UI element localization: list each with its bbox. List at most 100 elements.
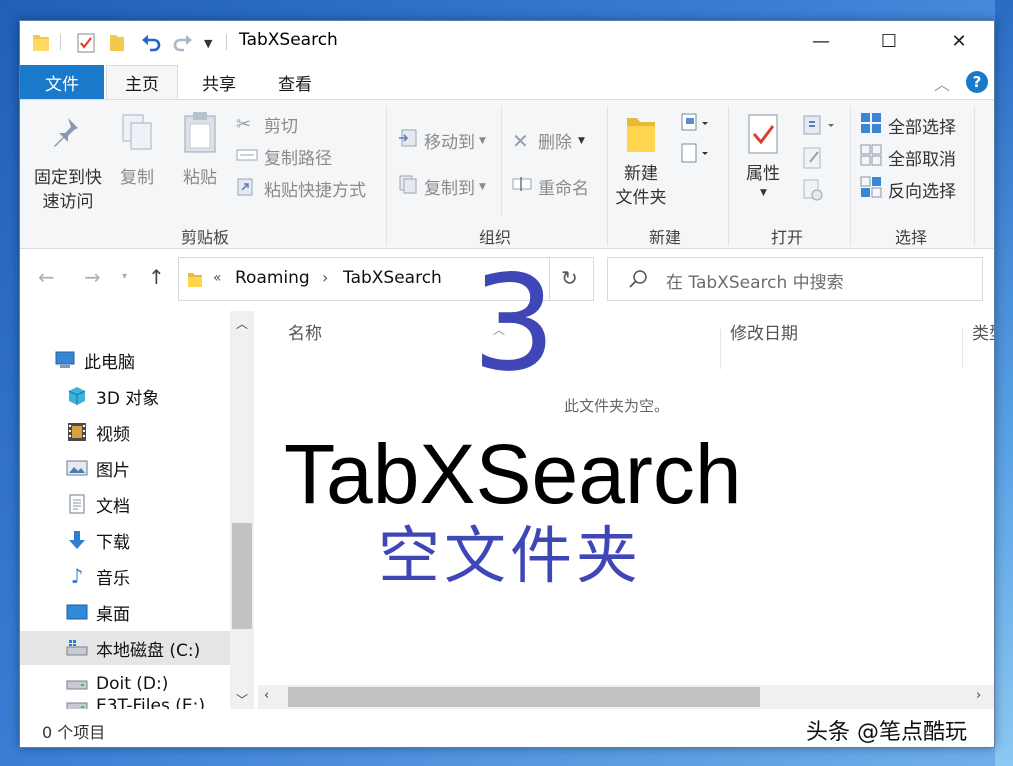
nav-label: 桌面 [96, 604, 130, 625]
pin-quick-access-button[interactable]: 固定到快 速访问 [28, 166, 108, 214]
nav-scrollbar[interactable]: ︿ ﹀ [230, 311, 254, 709]
scroll-up-icon[interactable]: ︿ [236, 315, 248, 332]
tab-view[interactable]: 查看 [258, 65, 332, 99]
copy-path-button[interactable]: 复制路径 [236, 144, 332, 169]
edit-icon[interactable] [802, 146, 824, 174]
qat-customize-icon[interactable]: ▼ [204, 37, 212, 59]
search-box[interactable]: 在 TabXSearch 中搜索 [607, 257, 983, 301]
ribbon-tabs: 文件 主页 共享 查看 ︿ ? [20, 65, 994, 99]
copy-path-label: 复制路径 [264, 149, 332, 169]
qat-separator [226, 34, 227, 50]
new-folder-icon[interactable] [108, 31, 126, 53]
pin-icon [50, 114, 84, 154]
scroll-down-icon[interactable]: ﹀ [236, 691, 248, 708]
recent-locations-chevron-icon[interactable]: ▾ [122, 271, 127, 282]
download-icon [66, 529, 88, 551]
nav-label: 音乐 [96, 568, 130, 589]
nav-label: 文档 [96, 496, 130, 517]
refresh-icon[interactable]: ↻ [561, 266, 578, 290]
nav-label: 3D 对象 [96, 388, 160, 409]
title-bar[interactable]: ▼ TabXSearch — ☐ ✕ [20, 21, 994, 61]
move-to-label: 移动到 [424, 133, 475, 153]
history-icon[interactable] [802, 178, 824, 206]
overlay-subheading: 空文件夹 [378, 519, 643, 592]
invert-selection-icon [860, 176, 884, 203]
properties-dropdown-icon: ▼ [760, 188, 767, 198]
column-header-date[interactable]: 修改日期 [730, 311, 798, 351]
easy-access-icon[interactable] [680, 142, 710, 168]
scroll-thumb[interactable] [288, 687, 760, 707]
select-all-button[interactable]: 全部选择 [860, 112, 956, 139]
close-button[interactable]: ✕ [936, 21, 982, 61]
nav-item-local-disk-c[interactable]: 本地磁盘 (C:) [20, 631, 230, 665]
scroll-thumb[interactable] [232, 523, 252, 629]
undo-icon[interactable] [140, 31, 162, 53]
maximize-button[interactable]: ☐ [866, 21, 912, 61]
tab-file[interactable]: 文件 [20, 65, 104, 99]
scroll-right-icon[interactable]: › [976, 688, 981, 703]
forward-arrow-icon[interactable]: → [84, 265, 101, 289]
horizontal-scrollbar[interactable]: ‹ › [258, 685, 994, 709]
item-count: 0 个项目 [42, 723, 106, 742]
paste-button[interactable]: 粘贴 [175, 166, 225, 190]
move-to-button[interactable]: 移动到 ▼ [398, 128, 486, 153]
ribbon-separator [974, 106, 975, 246]
qat-separator [60, 34, 61, 50]
select-none-label: 全部取消 [888, 150, 956, 170]
properties-icon[interactable] [76, 31, 96, 53]
video-icon [66, 421, 88, 443]
window-title: TabXSearch [239, 30, 338, 50]
new-group-label: 新建 [648, 228, 681, 247]
clipboard-group-label: 剪贴板 [180, 228, 229, 247]
properties-button[interactable]: 属性 [736, 162, 790, 186]
scissors-icon: ✂ [236, 114, 252, 135]
nav-label: 图片 [96, 460, 130, 481]
back-arrow-icon[interactable]: ← [38, 265, 55, 289]
new-item-icon[interactable] [680, 112, 710, 138]
cut-button[interactable]: ✂ 剪切 [236, 112, 298, 137]
ribbon-separator [501, 106, 502, 216]
step-number: 3 [472, 247, 556, 401]
move-to-dropdown-icon: ▼ [479, 135, 486, 146]
invert-selection-button[interactable]: 反向选择 [860, 176, 956, 203]
column-divider[interactable] [720, 329, 721, 369]
select-all-icon [860, 112, 884, 139]
open-icon[interactable] [802, 114, 838, 140]
search-icon [628, 269, 648, 293]
copy-button[interactable]: 复制 [112, 166, 162, 190]
select-none-button[interactable]: 全部取消 [860, 144, 956, 171]
up-arrow-icon[interactable]: ↑ [148, 265, 165, 289]
empty-folder-message: 此文件夹为空。 [564, 397, 670, 415]
organize-group-label: 组织 [478, 228, 511, 247]
cut-label: 剪切 [264, 117, 298, 137]
select-group-label: 选择 [894, 228, 927, 247]
breadcrumb-tabxsearch[interactable]: TabXSearch [343, 268, 442, 288]
paste-shortcut-label: 粘贴快捷方式 [264, 181, 366, 201]
minimize-button[interactable]: — [798, 21, 844, 61]
nav-label: 视频 [96, 424, 130, 445]
select-all-label: 全部选择 [888, 118, 956, 138]
new-folder-button[interactable]: 新建 文件夹 [606, 162, 676, 210]
documents-icon [66, 493, 88, 515]
redo-icon[interactable] [172, 31, 194, 53]
scroll-left-icon[interactable]: ‹ [264, 688, 269, 703]
breadcrumb-overflow[interactable]: « [213, 270, 222, 286]
move-to-icon [398, 128, 420, 153]
tab-share[interactable]: 共享 [182, 65, 256, 99]
copy-to-button[interactable]: 复制到 ▼ [398, 174, 486, 199]
breadcrumb-separator-icon: › [322, 268, 329, 287]
breadcrumb-roaming[interactable]: Roaming [235, 268, 310, 288]
drive-icon [66, 673, 88, 695]
nav-label: 此电脑 [84, 352, 135, 373]
tab-home[interactable]: 主页 [106, 65, 178, 99]
column-header-type[interactable]: 类型 [972, 311, 994, 351]
column-header-name[interactable]: 名称 [288, 311, 322, 351]
delete-button[interactable]: ✕ 删除 ▼ [512, 128, 585, 154]
copy-to-dropdown-icon: ▼ [479, 181, 486, 192]
collapse-ribbon-icon[interactable]: ︿ [934, 71, 950, 95]
rename-button[interactable]: 重命名 [512, 174, 589, 199]
ribbon: 固定到快 速访问 复制 粘贴 ✂ 剪切 复制路径 粘贴快捷方式 剪贴板 移动到 … [20, 99, 994, 249]
column-divider[interactable] [962, 329, 963, 369]
help-icon[interactable]: ? [966, 71, 988, 93]
paste-shortcut-button[interactable]: 粘贴快捷方式 [236, 176, 366, 201]
